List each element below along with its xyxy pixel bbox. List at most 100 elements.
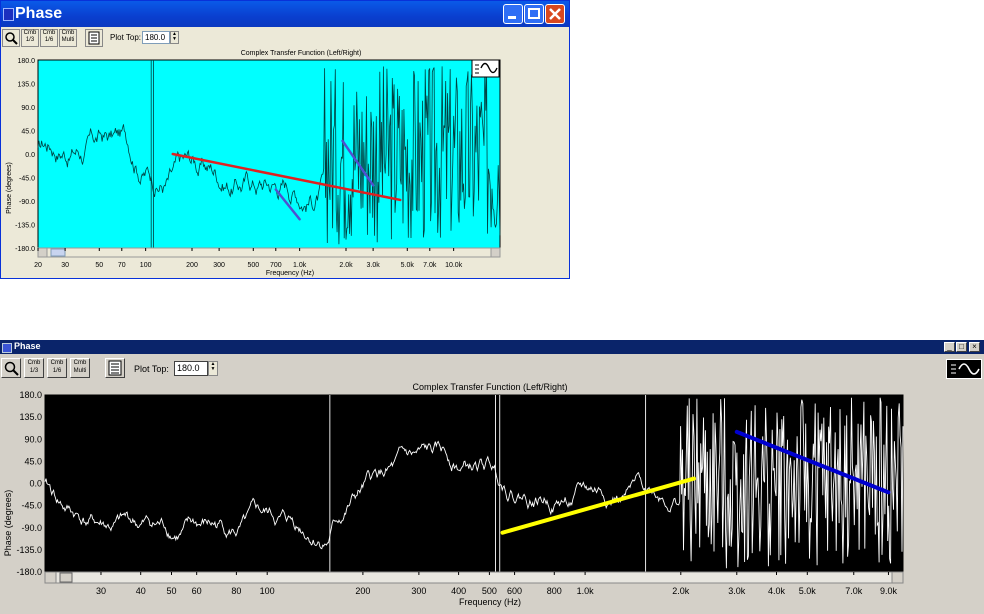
horizontal-scrollbar[interactable]: [37, 247, 501, 258]
plot-area[interactable]: [44, 394, 904, 575]
x-tick-label: 7.0k: [423, 262, 437, 269]
cmb-sixth-button[interactable]: Cmb 1/6: [47, 358, 67, 378]
app-icon: [3, 8, 14, 21]
minimize-button[interactable]: [503, 4, 523, 24]
x-tick-label: 300: [213, 262, 225, 269]
minimize-icon: [508, 16, 516, 19]
y-tick-label: 135.0: [17, 82, 35, 89]
plot-top-label: Plot Top:: [110, 33, 141, 42]
close-icon: ×: [972, 342, 977, 351]
scroll-left-button: [44, 571, 57, 584]
plot-top-spinner[interactable]: ▲ ▼: [208, 361, 218, 376]
x-tick-label: 7.0k: [845, 586, 863, 596]
chart-2: Complex Transfer Function (Left/Right) 1…: [3, 382, 904, 607]
x-tick-label: 9.0k: [880, 586, 898, 596]
y-tick-label: -90.0: [19, 199, 35, 206]
cmb-multi-button[interactable]: Cmb Multi: [70, 358, 90, 378]
x-tick-label: 5.0k: [401, 262, 415, 269]
x-tick-label: 200: [186, 262, 198, 269]
y-tick-label: 0.0: [29, 479, 42, 489]
plot-top-label: Plot Top:: [134, 364, 169, 374]
x-tick-label: 100: [140, 262, 152, 269]
y-tick-label: -45.0: [21, 501, 42, 511]
x-tick-label: 500: [247, 262, 259, 269]
plot-top-input[interactable]: 180.0: [142, 31, 170, 44]
title-bar[interactable]: Phase _ □ ×: [0, 340, 984, 354]
x-tick-label: 3.0k: [728, 586, 746, 596]
x-tick-label: 2.0k: [339, 262, 353, 269]
scroll-right-button: [891, 571, 904, 584]
x-tick-label: 1.0k: [577, 586, 595, 596]
x-tick-label: 700: [270, 262, 282, 269]
phase-window-2: Phase _ □ × Cmb 1/3 Cmb 1/6 Cmb Multi Pl…: [0, 340, 984, 614]
x-tick-label: 40: [136, 586, 146, 596]
x-tick-label: 50: [166, 586, 176, 596]
horizontal-scrollbar[interactable]: [44, 571, 904, 584]
x-tick-label: 60: [192, 586, 202, 596]
notes-button[interactable]: [105, 358, 125, 378]
y-axis-ticks: 180.0 135.0 90.0 45.0 0.0 -45.0 -90.0 -135.0 -18…: [15, 58, 35, 253]
waveform-button[interactable]: [946, 359, 982, 379]
y-tick-label: 90.0: [21, 105, 35, 112]
notepad-icon: [88, 31, 100, 45]
chart-title: Complex Transfer Function (Left/Right): [241, 50, 362, 57]
y-tick-label: 45.0: [21, 129, 35, 136]
x-tick-label: 1.0k: [293, 262, 307, 269]
waveform-icon[interactable]: [471, 59, 500, 78]
scroll-thumb: [59, 572, 73, 583]
x-tick-label: 10.0k: [445, 262, 463, 269]
y-tick-label: 0.0: [25, 152, 35, 159]
y-tick-label: -135.0: [15, 223, 35, 230]
close-button[interactable]: ×: [969, 342, 980, 352]
y-axis-label: Phase (degrees): [3, 490, 13, 557]
y-tick-label: -180.0: [15, 246, 35, 253]
minimize-icon: _: [947, 342, 952, 351]
x-tick-label: 30: [61, 262, 69, 269]
title-bar[interactable]: Phase: [1, 1, 569, 27]
x-tick-label: 200: [355, 586, 370, 596]
maximize-icon: □: [959, 342, 964, 351]
y-axis-ticks: 180.0 135.0 90.0 45.0 0.0 -45.0 -90.0 -135.0 -18…: [16, 390, 42, 577]
y-tick-label: -90.0: [21, 523, 42, 533]
window-title: Phase: [14, 341, 41, 351]
magnifier-icon: [4, 361, 19, 376]
y-tick-label: 180.0: [17, 58, 35, 65]
x-tick-label: 30: [96, 586, 106, 596]
y-tick-label: 180.0: [19, 390, 42, 400]
x-tick-label: 3.0k: [367, 262, 381, 269]
plot-top-input[interactable]: 180.0: [174, 361, 208, 376]
x-tick-label: 4.0k: [768, 586, 786, 596]
y-tick-label: -180.0: [16, 567, 42, 577]
x-tick-label: 50: [95, 262, 103, 269]
scroll-left-button: [37, 247, 48, 258]
scroll-thumb: [50, 248, 66, 257]
y-tick-label: 90.0: [24, 434, 42, 444]
x-tick-label: 500: [482, 586, 497, 596]
minimize-button[interactable]: _: [944, 342, 955, 352]
x-tick-label: 5.0k: [799, 586, 817, 596]
waveform-icon: [951, 363, 980, 375]
maximize-button[interactable]: [524, 4, 544, 24]
maximize-button[interactable]: □: [956, 342, 967, 352]
scroll-right-button: [490, 247, 501, 258]
chart-title: Complex Transfer Function (Left/Right): [412, 382, 567, 392]
app-icon: [2, 343, 12, 353]
x-tick-label: 20: [34, 262, 42, 269]
close-button[interactable]: [545, 4, 565, 24]
x-axis-label: Frequency (Hz): [459, 597, 521, 607]
y-tick-label: 135.0: [19, 412, 42, 422]
x-tick-label: 400: [451, 586, 466, 596]
x-tick-label: 800: [547, 586, 562, 596]
y-tick-label: -135.0: [16, 545, 42, 555]
phase-window-1: Phase Cmb 1/3 Cmb 1/6 Cmb Multi Plot Top…: [0, 0, 570, 279]
window-title: Phase: [15, 5, 63, 22]
magnifier-icon: [5, 32, 18, 45]
cmb-third-button[interactable]: Cmb 1/3: [24, 358, 44, 378]
y-tick-label: 45.0: [24, 456, 42, 466]
y-tick-label: -45.0: [19, 176, 35, 183]
plot-top-spinner[interactable]: ▲ ▼: [170, 31, 179, 44]
chart-1: Complex Transfer Function (Left/Right) 1…: [6, 50, 501, 277]
zoom-button[interactable]: [1, 358, 21, 378]
x-tick-label: 600: [507, 586, 522, 596]
x-tick-label: 2.0k: [672, 586, 690, 596]
